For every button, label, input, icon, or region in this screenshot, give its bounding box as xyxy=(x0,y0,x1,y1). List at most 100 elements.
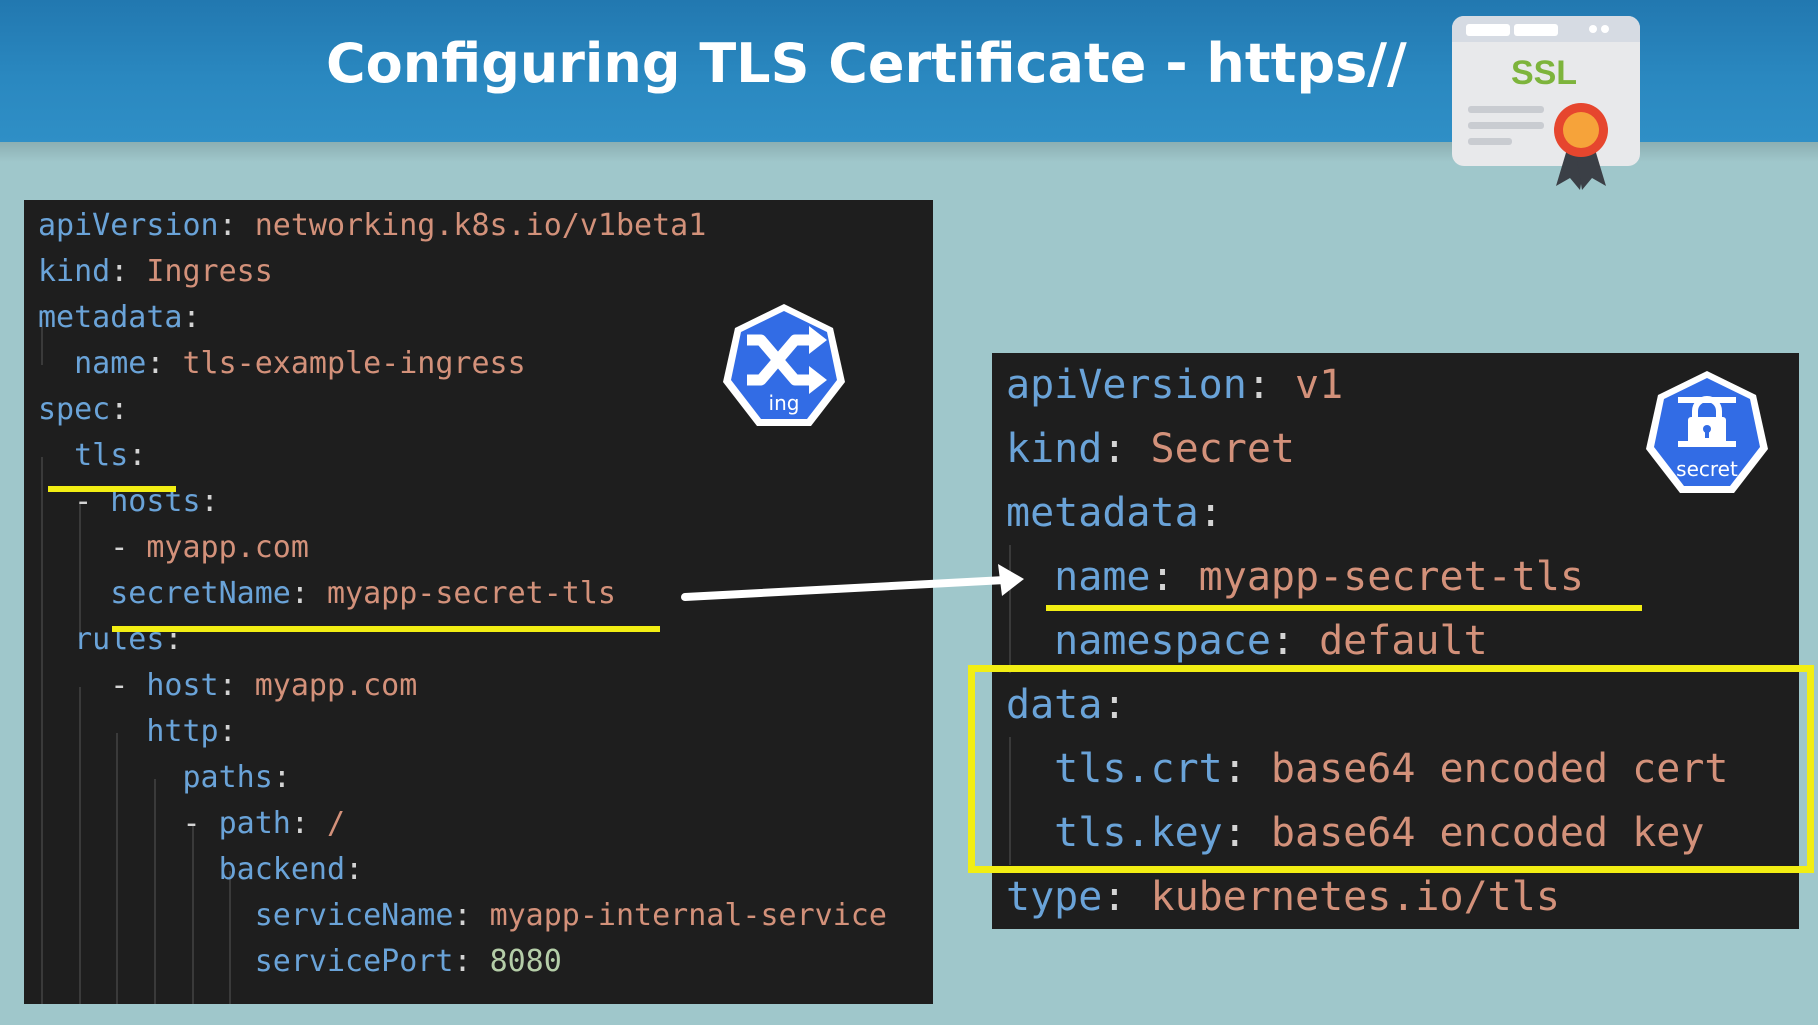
yaml-value: default xyxy=(1319,618,1488,664)
code-line: tls: xyxy=(38,433,146,479)
yaml-punct: - xyxy=(38,806,219,841)
yaml-punct xyxy=(38,760,183,795)
yaml-punct: : xyxy=(218,714,237,749)
code-line: apiVersion: networking.k8s.io/v1beta1 xyxy=(38,203,706,249)
code-line: - myapp.com xyxy=(38,525,309,571)
code-line: backend: xyxy=(38,847,364,893)
yaml-punct: : xyxy=(110,254,147,289)
code-line: rules: xyxy=(38,617,182,663)
yaml-key: metadata xyxy=(1006,490,1199,536)
yaml-punct: : xyxy=(290,806,327,841)
yaml-punct: : xyxy=(1150,554,1199,600)
yaml-key: kind xyxy=(1006,426,1103,472)
yaml-value: v1 xyxy=(1295,362,1344,408)
slide-title: Configuring TLS Certificate - https// xyxy=(326,32,1407,95)
yaml-punct xyxy=(1006,618,1054,664)
yaml-value: myapp-secret-tls xyxy=(1198,554,1584,600)
tls-underline xyxy=(48,486,176,492)
yaml-punct: : xyxy=(1198,490,1223,536)
yaml-key: host xyxy=(146,668,219,703)
yaml-key: paths xyxy=(182,760,273,795)
yaml-punct: : xyxy=(200,484,219,519)
code-line: metadata: xyxy=(1006,481,1223,545)
reference-arrow xyxy=(681,564,1024,601)
yaml-punct: : xyxy=(290,576,327,611)
yaml-punct xyxy=(38,438,74,473)
yaml-punct: : xyxy=(345,852,364,887)
yaml-punct: : xyxy=(1246,362,1295,408)
yaml-key: type xyxy=(1006,874,1103,920)
yaml-punct: : xyxy=(182,300,201,335)
code-line: type: kubernetes.io/tls xyxy=(1006,865,1560,929)
yaml-value: tls-example-ingress xyxy=(182,346,526,381)
yaml-punct: : xyxy=(146,346,183,381)
yaml-punct: : xyxy=(1270,618,1320,664)
yaml-key: name xyxy=(74,346,147,381)
data-highlight-box xyxy=(968,665,1814,873)
code-line: servicePort: 8080 xyxy=(38,939,562,985)
yaml-key: serviceName xyxy=(254,898,454,933)
code-line: secretName: myapp-secret-tls xyxy=(38,571,616,617)
yaml-punct xyxy=(38,622,74,657)
code-line: namespace: default xyxy=(1006,609,1488,673)
code-line: kind: Secret xyxy=(1006,417,1295,481)
code-line: paths: xyxy=(38,755,291,801)
yaml-punct: : xyxy=(128,438,147,473)
yaml-value: kubernetes.io/tls xyxy=(1150,874,1560,920)
yaml-punct: : xyxy=(218,208,255,243)
secret-badge-icon: secret xyxy=(1646,371,1768,493)
ingress-badge-icon: ing xyxy=(723,304,845,426)
code-line: kind: Ingress xyxy=(38,249,273,295)
yaml-punct xyxy=(38,714,146,749)
yaml-value: / xyxy=(327,806,346,841)
yaml-key: backend xyxy=(218,852,346,887)
code-line: spec: xyxy=(38,387,128,433)
yaml-value: myapp.com xyxy=(146,530,309,565)
ssl-label: SSL xyxy=(1511,54,1577,92)
ingress-badge-label: ing xyxy=(769,391,800,415)
code-line: - host: myapp.com xyxy=(38,663,417,709)
yaml-key: tls xyxy=(74,438,129,473)
secret-name-underline xyxy=(1046,605,1642,611)
code-line: name: myapp-secret-tls xyxy=(1006,545,1584,609)
yaml-key: servicePort xyxy=(254,944,454,979)
yaml-value: myapp-secret-tls xyxy=(327,576,616,611)
yaml-punct xyxy=(38,898,255,933)
yaml-key: path xyxy=(218,806,291,841)
yaml-value: myapp-internal-service xyxy=(489,898,887,933)
yaml-punct xyxy=(38,576,110,611)
yaml-punct: : xyxy=(272,760,291,795)
yaml-punct: : xyxy=(110,392,129,427)
yaml-punct xyxy=(38,346,74,381)
yaml-key: secretName xyxy=(110,576,291,611)
secret-badge-label: secret xyxy=(1676,457,1738,481)
yaml-value: networking.k8s.io/v1beta1 xyxy=(254,208,707,243)
yaml-value: myapp.com xyxy=(254,668,418,703)
yaml-key: metadata xyxy=(38,300,183,335)
yaml-punct: : xyxy=(1102,874,1151,920)
code-line: name: tls-example-ingress xyxy=(38,341,526,387)
yaml-key: name xyxy=(1054,554,1151,600)
yaml-value: Ingress xyxy=(146,254,273,289)
yaml-value: Secret xyxy=(1150,426,1296,472)
yaml-punct xyxy=(38,944,255,979)
code-line: http: xyxy=(38,709,237,755)
code-line: - path: / xyxy=(38,801,345,847)
yaml-punct: - xyxy=(38,668,147,703)
yaml-key: kind xyxy=(38,254,111,289)
secretname-underline xyxy=(112,626,660,632)
yaml-punct: : xyxy=(1102,426,1151,472)
code-line: metadata: xyxy=(38,295,201,341)
code-line: apiVersion: v1 xyxy=(1006,353,1343,417)
yaml-key: spec xyxy=(38,392,111,427)
ssl-certificate-icon: SSL xyxy=(1452,16,1640,190)
yaml-key: apiVersion xyxy=(38,208,219,243)
yaml-key: namespace xyxy=(1054,618,1271,664)
yaml-punct xyxy=(38,852,219,887)
yaml-punct: : xyxy=(453,898,490,933)
yaml-punct: - xyxy=(38,530,147,565)
yaml-key: apiVersion xyxy=(1006,362,1247,408)
yaml-value: 8080 xyxy=(489,944,562,979)
code-line: serviceName: myapp-internal-service xyxy=(38,893,887,939)
yaml-punct: : xyxy=(453,944,490,979)
